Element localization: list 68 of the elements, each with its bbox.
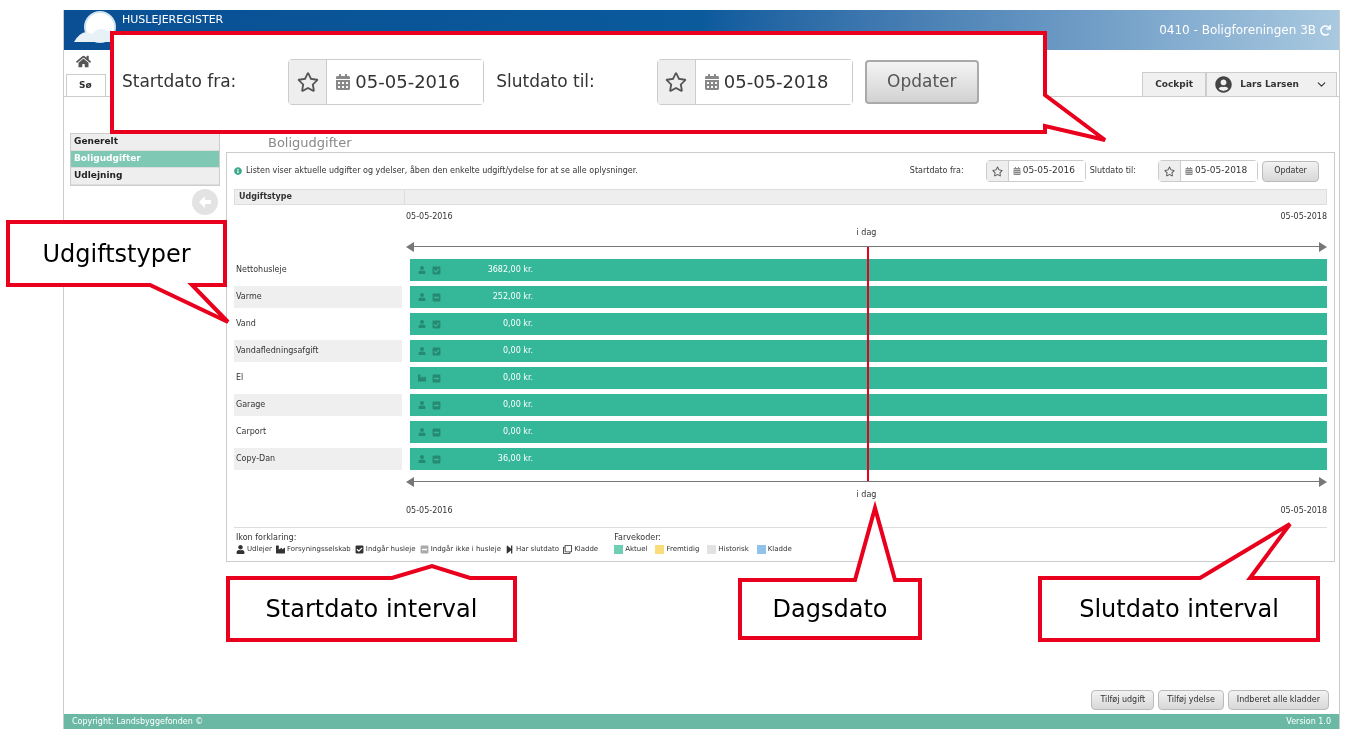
expense-type-cell: Garage xyxy=(234,394,402,416)
expense-type-cell-text: Nettohusleje xyxy=(235,264,288,276)
today-label: i dag xyxy=(856,489,877,501)
today-label: i dag xyxy=(856,227,877,239)
organization-name: 0410 - Boligforeningen 3B xyxy=(1159,22,1316,39)
amount-text: 0,00 kr. xyxy=(501,426,533,438)
amount-text: 3682,00 kr. xyxy=(486,264,533,276)
end-marker-icon xyxy=(504,544,514,554)
amount-text: 0,00 kr. xyxy=(501,345,533,357)
action-button[interactable]: Tilføj udgift xyxy=(1091,690,1155,710)
end-date-text: 05-05-2018 xyxy=(1280,505,1327,517)
amount-text: 0,00 kr. xyxy=(501,399,533,411)
person-icon xyxy=(418,428,426,436)
start-date-label: Startdato fra: xyxy=(909,165,964,177)
person-icon xyxy=(418,266,426,274)
app-name: HUSLEJEREGISTER xyxy=(122,14,224,26)
expense-type-cell: Varme xyxy=(234,286,402,308)
action-button[interactable]: Tilføj ydelse xyxy=(1158,690,1224,710)
update-button[interactable]: Opdater xyxy=(864,59,979,104)
column-header: Udgiftstype xyxy=(235,190,405,204)
factory-icon xyxy=(275,544,285,554)
end-date-label: Slutdato til: xyxy=(1089,165,1136,177)
amount-text: 0,00 kr. xyxy=(501,318,533,330)
person-icon xyxy=(418,347,426,355)
expense-type-cell-text: Vand xyxy=(235,318,257,330)
amount-text: 252,00 kr. xyxy=(491,291,533,303)
arrow-left-icon xyxy=(199,196,211,208)
logo-icon xyxy=(72,10,118,44)
start-date-text: 05-05-2016 xyxy=(406,211,453,223)
person-icon xyxy=(418,293,426,301)
copy-icon xyxy=(563,544,573,554)
callout-text: Startdato interval xyxy=(265,594,478,625)
person-icon xyxy=(236,544,245,554)
info-icon xyxy=(234,167,242,175)
action-button[interactable]: Indberet alle kladder xyxy=(1227,690,1329,710)
update-button[interactable]: Opdater xyxy=(1262,160,1319,182)
user-menu[interactable]: Lars Larsen xyxy=(1206,72,1337,96)
factory-icon xyxy=(418,374,426,382)
legend-title: Farvekoder: xyxy=(614,532,662,544)
callout-text: Udgiftstyper xyxy=(42,238,191,270)
callout-text: Slutdato interval xyxy=(1079,594,1279,625)
expense-type-cell: Copy-Dan xyxy=(234,448,402,470)
legend-title: Ikon forklaring: xyxy=(236,532,298,544)
expense-type-cell-text: El xyxy=(235,372,245,384)
sidebar-item[interactable]: Udlejning xyxy=(71,168,219,185)
sidebar-item[interactable]: Generelt xyxy=(71,134,219,151)
minus-box-icon xyxy=(419,544,429,554)
end-date-text: 05-05-2018 xyxy=(1280,211,1327,223)
user-avatar-icon xyxy=(1215,76,1233,93)
checkbox-icon xyxy=(354,544,364,554)
info-text: Listen viser aktuelle udgifter og ydelser, åben den enkelte udgift/ydelse for at se alle oplysninger. xyxy=(246,165,638,177)
amount-text: 36,00 kr. xyxy=(496,453,533,465)
copyright-text: Copyright: Landsbyggefonden © xyxy=(72,715,204,728)
person-icon xyxy=(418,455,426,463)
start-date-label: Startdato fra: xyxy=(122,69,237,93)
expense-type-cell: Vandafledningsafgift xyxy=(234,340,402,362)
nav-tab[interactable]: Sø xyxy=(66,74,106,96)
version-text: Version 1.0 xyxy=(1286,715,1331,728)
person-icon xyxy=(418,401,426,409)
start-date-text: 05-05-2016 xyxy=(406,505,453,517)
nav-tab[interactable]: Cockpit xyxy=(1142,72,1207,96)
home-icon[interactable] xyxy=(76,53,91,69)
page-title: Boligudgifter xyxy=(267,134,353,152)
amount-text: 0,00 kr. xyxy=(501,372,533,384)
person-icon xyxy=(418,320,426,328)
expense-type-cell-text: Carport xyxy=(235,426,268,438)
callout-text: Dagsdato xyxy=(772,594,888,625)
end-date-label: Slutdato til: xyxy=(496,69,595,93)
